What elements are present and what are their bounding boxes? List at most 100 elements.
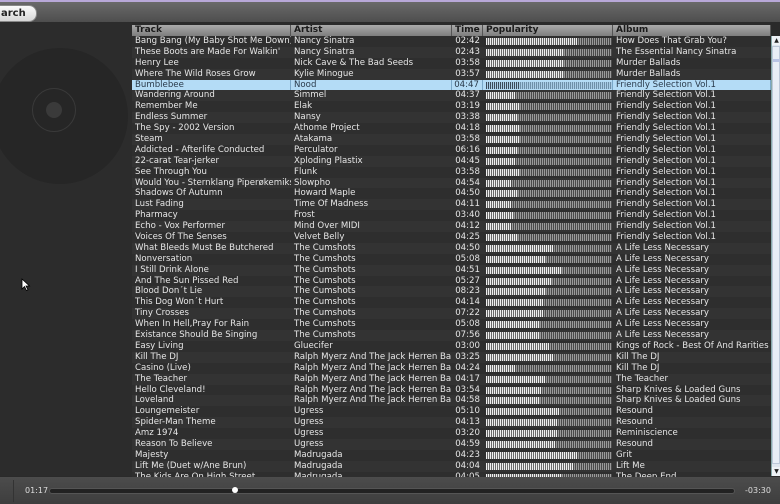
table-row[interactable]: Remember Me Elak 03:19 Friendly Selection V… bbox=[132, 101, 771, 113]
table-row[interactable]: Nonversation The Cumshots 05:08 A Life Less… bbox=[132, 253, 771, 265]
track-cell: Hello Cleveland! bbox=[135, 384, 206, 395]
track-cell: I Still Drink Alone bbox=[135, 264, 209, 275]
popularity-cell bbox=[483, 188, 613, 199]
table-row[interactable]: I Still Drink Alone The Cumshots 04:51 A Li… bbox=[132, 264, 771, 276]
table-row[interactable]: Spider-Man Theme Ugress 04:13 Resound bbox=[132, 417, 771, 429]
table-row[interactable]: When In Hell,Pray For Rain The Cumshots 05… bbox=[132, 319, 771, 331]
column-header-artist[interactable]: Artist bbox=[291, 25, 452, 36]
track-cell: Kill The DJ bbox=[135, 351, 179, 362]
table-row[interactable]: Casino (Live) Ralph Myerz And The Jack He… bbox=[132, 362, 771, 374]
scroll-up-arrow-icon[interactable]: ▲ bbox=[772, 36, 780, 45]
table-row[interactable]: Bumblebee Nood 04:47 Friendly Selection Vol… bbox=[132, 79, 771, 91]
column-header-time[interactable]: Time bbox=[452, 25, 483, 36]
scrollbar-thumb[interactable] bbox=[772, 46, 780, 464]
table-row[interactable]: Shadows Of Autumn Howard Maple 04:50 Friend… bbox=[132, 188, 771, 200]
time-cell: 03:58 bbox=[455, 134, 480, 145]
table-row[interactable]: Bang Bang (My Baby Shot Me Down) Nancy Si… bbox=[132, 36, 771, 47]
popularity-bar-fill bbox=[486, 103, 521, 111]
popularity-bar bbox=[486, 440, 612, 448]
album-cell: Lift Me bbox=[616, 460, 645, 471]
track-cell: Nonversation bbox=[135, 253, 193, 264]
popularity-bar bbox=[486, 321, 612, 329]
table-row[interactable]: Henry Lee Nick Cave & The Bad Seeds 03:58 M… bbox=[132, 57, 771, 69]
artist-cell: Nancy Sinatra bbox=[294, 46, 355, 57]
seek-slider[interactable] bbox=[49, 487, 735, 494]
table-row[interactable]: This Dog Won´t Hurt The Cumshots 04:14 A Li… bbox=[132, 297, 771, 309]
artist-cell: The Cumshots bbox=[294, 275, 356, 286]
seek-handle[interactable] bbox=[231, 487, 238, 493]
table-row[interactable]: Voices Of The Senses Velvet Belly 04:25 Fri… bbox=[132, 232, 771, 243]
popularity-bar-fill bbox=[486, 70, 565, 78]
table-row[interactable]: Wandering Around Simmel 04:37 Friendly Sele… bbox=[132, 90, 771, 102]
table-row[interactable]: Amz 1974 Ugress 03:20 Reminiscience bbox=[132, 428, 771, 439]
table-row[interactable]: Lust Fading Time Of Madness 04:11 Friendly … bbox=[132, 199, 771, 211]
table-row[interactable]: Would You - Sternklang Piperøkemiks Slowp… bbox=[132, 177, 771, 189]
popularity-bar-fill bbox=[486, 430, 557, 438]
popularity-cell bbox=[483, 101, 613, 112]
search-button[interactable]: arch bbox=[0, 5, 37, 22]
time-cell: 07:22 bbox=[455, 308, 480, 319]
album-cell: Friendly Selection Vol.1 bbox=[616, 123, 717, 134]
popularity-cell bbox=[483, 363, 613, 374]
table-row[interactable]: Pharmacy Frost 03:40 Friendly Selection Vol… bbox=[132, 210, 771, 222]
table-row[interactable]: Majesty Madrugada 04:23 Grit bbox=[132, 449, 771, 461]
table-row[interactable]: And The Sun Pissed Red The Cumshots 05:27 A… bbox=[132, 275, 771, 287]
track-cell: Addicted - Afterlife Conducted bbox=[135, 144, 265, 155]
table-row[interactable]: Reason To Believe Ugress 04:59 Resound bbox=[132, 438, 771, 450]
table-row[interactable]: Echo - Vox Performer Mind Over MIDI 04:12 F… bbox=[132, 221, 771, 233]
album-cell: The Essential Nancy Sinatra bbox=[616, 46, 737, 57]
popularity-bar-fill bbox=[486, 234, 518, 242]
table-row[interactable]: Where The Wild Roses Grow Kylie Minogue 03… bbox=[132, 68, 771, 80]
popularity-bar bbox=[486, 364, 612, 372]
time-cell: 03:25 bbox=[455, 351, 480, 362]
track-cell: These Boots are Made For Walkin' bbox=[135, 46, 281, 57]
table-row[interactable]: These Boots are Made For Walkin' Nancy Si… bbox=[132, 46, 771, 58]
popularity-cell bbox=[483, 178, 613, 189]
table-row[interactable]: Lift Me (Duet w/Ane Brun) Madrugada 04:04 L… bbox=[132, 460, 771, 472]
popularity-bar-fill bbox=[486, 321, 541, 329]
time-cell: 04:45 bbox=[455, 155, 480, 166]
time-cell: 06:16 bbox=[455, 144, 480, 155]
table-row[interactable]: Tiny Crosses The Cumshots 07:22 A Life Less… bbox=[132, 308, 771, 320]
track-cell: Voices Of The Senses bbox=[135, 232, 227, 243]
column-header-popularity[interactable]: Popularity bbox=[483, 25, 613, 36]
artist-cell: The Cumshots bbox=[294, 253, 356, 264]
popularity-bar bbox=[486, 288, 612, 296]
table-row[interactable]: Easy Living Gluecifer 03:00 Kings of Rock -… bbox=[132, 340, 771, 352]
table-row[interactable]: Kill The DJ Ralph Myerz And The Jack Herr… bbox=[132, 351, 771, 363]
table-row[interactable]: See Through You Flunk 03:58 Friendly Select… bbox=[132, 166, 771, 178]
artist-cell: Nick Cave & The Bad Seeds bbox=[294, 57, 414, 68]
table-row[interactable]: Endless Summer Nansy 03:38 Friendly Selecti… bbox=[132, 112, 771, 124]
popularity-bar bbox=[486, 136, 612, 144]
popularity-cell bbox=[483, 69, 613, 80]
table-row[interactable]: Loungemeister Ugress 05:10 Resound bbox=[132, 406, 771, 418]
table-row[interactable]: 22-carat Tear-jerker Xploding Plastix 04:4… bbox=[132, 155, 771, 167]
popularity-bar bbox=[486, 190, 612, 198]
mouse-pointer-icon bbox=[21, 278, 31, 292]
table-row[interactable]: The Teacher Ralph Myerz And The Jack Herr… bbox=[132, 373, 771, 385]
album-cell: A Life Less Necessary bbox=[616, 319, 710, 330]
popularity-bar bbox=[486, 397, 612, 405]
popularity-cell bbox=[483, 123, 613, 134]
column-header-track[interactable]: Track bbox=[132, 25, 291, 36]
table-row[interactable]: What Bleeds Must Be Butchered The Cumshot… bbox=[132, 242, 771, 254]
artist-cell: The Cumshots bbox=[294, 308, 356, 319]
popularity-cell bbox=[483, 156, 613, 167]
popularity-bar bbox=[486, 244, 612, 252]
popularity-bar-fill bbox=[486, 299, 543, 307]
popularity-bar bbox=[486, 81, 612, 89]
table-row[interactable]: Hello Cleveland! Ralph Myerz And The Jack… bbox=[132, 384, 771, 396]
table-row[interactable]: Existance Should Be Singing The Cumshots 0… bbox=[132, 330, 771, 341]
cd-disc-icon bbox=[0, 48, 128, 184]
scroll-down-arrow-icon[interactable]: ▼ bbox=[772, 467, 780, 476]
popularity-bar bbox=[486, 386, 612, 394]
table-row[interactable]: Blood Don´t Lie The Cumshots 08:23 A Life L… bbox=[132, 286, 771, 298]
vertical-scrollbar[interactable]: ▲ ▼ bbox=[771, 36, 780, 476]
column-header-album[interactable]: Album bbox=[613, 25, 771, 36]
table-row[interactable]: Addicted - Afterlife Conducted Perculator… bbox=[132, 144, 771, 156]
popularity-cell bbox=[483, 297, 613, 308]
time-cell: 04:37 bbox=[455, 90, 480, 101]
table-row[interactable]: Loveland Ralph Myerz And The Jack Herren … bbox=[132, 395, 771, 407]
table-row[interactable]: Steam Atakama 03:58 Friendly Selection Vol.… bbox=[132, 134, 771, 145]
table-row[interactable]: The Spy - 2002 Version Athome Project 04:1… bbox=[132, 123, 771, 135]
